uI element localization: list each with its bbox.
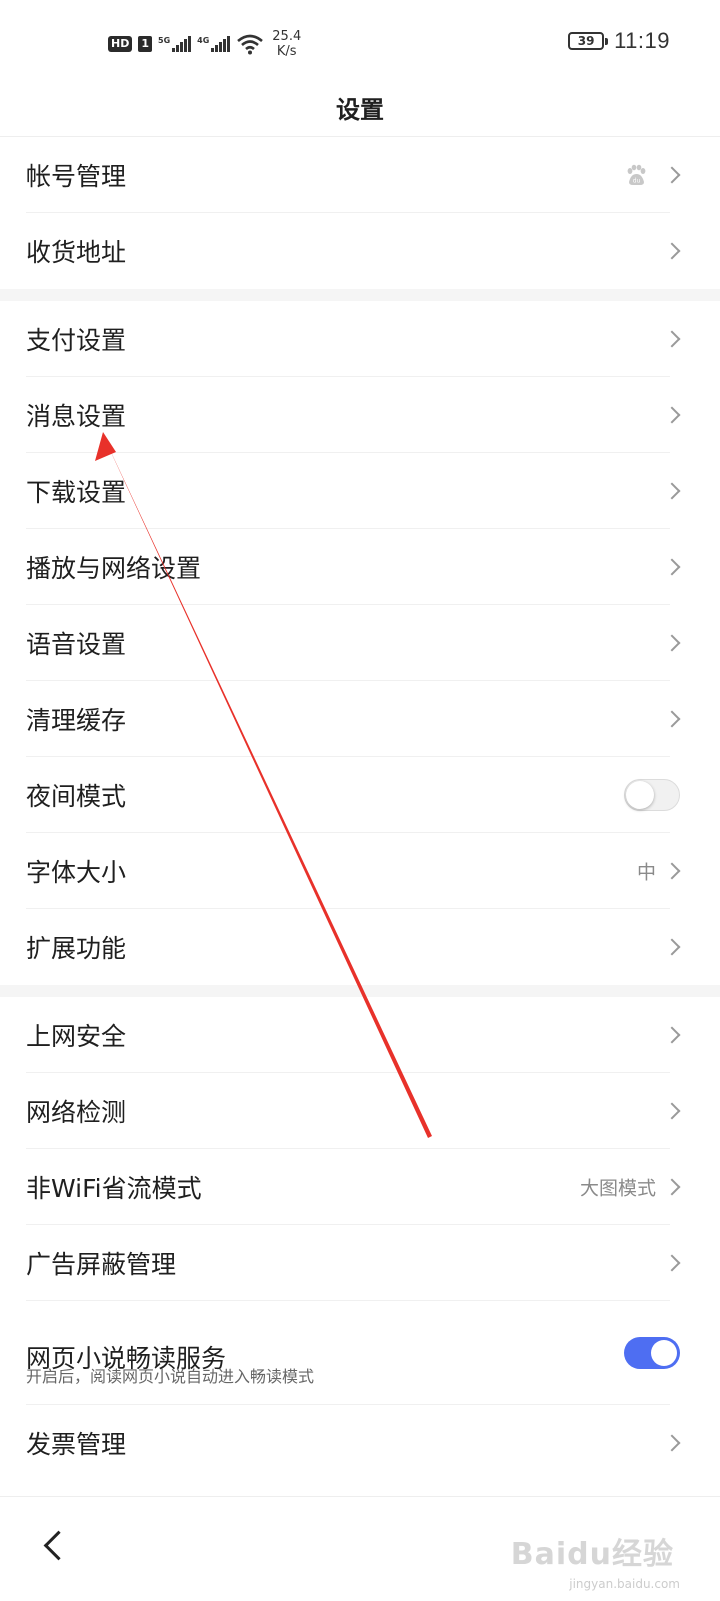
svg-text:du: du (633, 178, 641, 185)
settings-item-label: 清理缓存 (26, 706, 127, 735)
settings-item-payment[interactable]: 支付设置 (0, 301, 720, 377)
settings-item-messages[interactable]: 消息设置 (0, 377, 720, 453)
chevron-right-icon (663, 862, 681, 880)
settings-item-browsing-security[interactable]: 上网安全 (0, 997, 720, 1073)
title-bar: 设置 (0, 86, 720, 137)
network-speed-unit: K/s (276, 44, 297, 59)
watermark-url: jingyan.baidu.com (569, 1577, 680, 1591)
novel-reader-toggle[interactable] (624, 1337, 680, 1369)
clock: 11:19 (614, 28, 670, 53)
settings-item-playback-network[interactable]: 播放与网络设置 (0, 529, 720, 605)
baidu-paw-icon: du (627, 164, 646, 185)
section-separator (0, 289, 720, 301)
settings-item-label: 支付设置 (26, 326, 127, 355)
chevron-right-icon (663, 1434, 681, 1452)
signal-5g-icon: 5G (158, 36, 192, 52)
settings-item-label: 扩展功能 (26, 934, 127, 963)
network-speed: 25.4 K/s (272, 29, 301, 59)
chevron-right-icon (663, 1254, 681, 1272)
settings-item-ad-block[interactable]: 广告屏蔽管理 (0, 1225, 720, 1301)
chevron-right-icon (663, 406, 681, 424)
settings-item-label: 语音设置 (26, 630, 127, 659)
section-separator (0, 985, 720, 997)
settings-item-account[interactable]: 帐号管理 du (0, 137, 720, 213)
status-bar: HD 1 5G 4G 25.4 K/s 39 11:19 (0, 0, 720, 86)
chevron-right-icon (663, 938, 681, 956)
settings-item-label: 非WiFi省流模式 (26, 1174, 202, 1203)
network-type-label: 4G (197, 36, 210, 45)
chevron-right-icon (663, 166, 681, 184)
settings-item-label: 下载设置 (26, 478, 127, 507)
chevron-right-icon (663, 1178, 681, 1196)
signal-4g-icon: 4G (197, 36, 231, 52)
status-indicators: HD 1 5G 4G 25.4 K/s (108, 26, 301, 62)
data-saver-value: 大图模式 (579, 1177, 656, 1200)
wifi-icon (237, 34, 264, 55)
chevron-right-icon (663, 242, 681, 260)
chevron-left-icon[interactable] (43, 1530, 74, 1561)
settings-item-label: 播放与网络设置 (26, 554, 202, 583)
settings-item-label: 发票管理 (26, 1430, 127, 1459)
settings-item-font-size[interactable]: 字体大小 中 (0, 833, 720, 909)
settings-item-label: 收货地址 (26, 238, 127, 267)
settings-item-data-saver[interactable]: 非WiFi省流模式 大图模式 (0, 1149, 720, 1225)
settings-item-download[interactable]: 下载设置 (0, 453, 720, 529)
font-size-value: 中 (636, 861, 656, 884)
settings-item-label: 夜间模式 (26, 782, 127, 811)
settings-item-label: 广告屏蔽管理 (26, 1250, 177, 1279)
settings-item-address[interactable]: 收货地址 (0, 213, 720, 289)
settings-item-label: 消息设置 (26, 402, 127, 431)
settings-item-clear-cache[interactable]: 清理缓存 (0, 681, 720, 757)
chevron-right-icon (663, 1102, 681, 1120)
chevron-right-icon (663, 558, 681, 576)
settings-item-voice[interactable]: 语音设置 (0, 605, 720, 681)
settings-item-invoice[interactable]: 发票管理 (0, 1405, 720, 1481)
bottom-bar: Baidu经验 jingyan.baidu.com (0, 1496, 720, 1601)
settings-item-label: 网络检测 (26, 1098, 127, 1127)
settings-item-label: 上网安全 (26, 1022, 127, 1051)
battery-level: 39 (577, 34, 595, 48)
settings-item-extensions[interactable]: 扩展功能 (0, 909, 720, 985)
network-type-label: 5G (158, 36, 171, 45)
watermark-logo: Baidu经验 (510, 1537, 674, 1572)
sim-indicator: 1 (138, 36, 152, 52)
page-title: 设置 (336, 96, 384, 124)
settings-item-description: 开启后，阅读网页小说自动进入畅读模式 (26, 1367, 315, 1386)
chevron-right-icon (663, 330, 681, 348)
battery-icon: 39 (568, 32, 609, 50)
settings-item-label: 帐号管理 (26, 162, 127, 191)
chevron-right-icon (663, 634, 681, 652)
settings-item-novel-reader: 网页小说畅读服务 开启后，阅读网页小说自动进入畅读模式 (0, 1301, 720, 1405)
chevron-right-icon (663, 482, 681, 500)
hd-voice-icon: HD (108, 36, 133, 52)
settings-item-network-check[interactable]: 网络检测 (0, 1073, 720, 1149)
settings-item-label: 字体大小 (26, 858, 127, 887)
network-speed-value: 25.4 (272, 29, 302, 44)
night-mode-toggle[interactable] (624, 779, 680, 811)
chevron-right-icon (663, 710, 681, 728)
settings-item-night-mode: 夜间模式 (0, 757, 720, 833)
chevron-right-icon (663, 1026, 681, 1044)
settings-list: 帐号管理 du 收货地址 支付设置 消息设置 下载设置 播放与网络设置 语音设置… (0, 137, 720, 1481)
